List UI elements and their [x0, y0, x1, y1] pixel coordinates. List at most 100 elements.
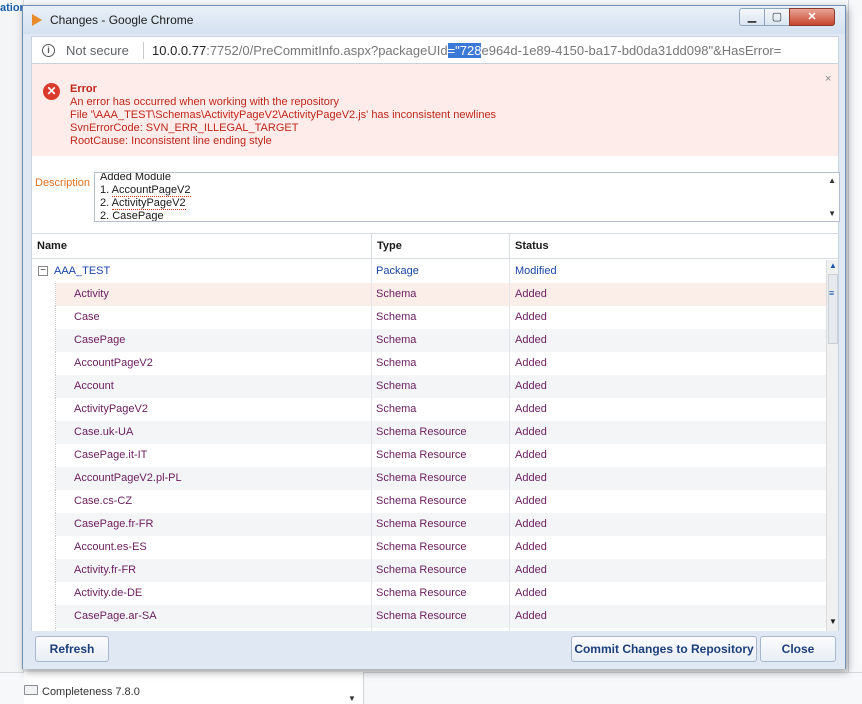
table-row[interactable]: CasePage.fr-FR Schema Resource Added: [32, 513, 826, 536]
window-title: Changes - Google Chrome: [50, 13, 194, 27]
scrollbar-thumb[interactable]: [828, 274, 838, 344]
table-row[interactable]: Case Schema Added: [32, 306, 826, 329]
scroll-down-arrow-icon[interactable]: ▼: [348, 694, 356, 703]
table-row[interactable]: CasePage.it-IT Schema Resource Added: [32, 444, 826, 467]
error-message-panel: ✕ Error An error has occurred when worki…: [32, 64, 838, 156]
row-status: Added: [515, 495, 547, 507]
minimize-button[interactable]: ▁: [739, 8, 765, 26]
changes-dialog-window: Changes - Google Chrome ▁ ▢ ✕ i Not secu…: [22, 5, 846, 669]
table-row[interactable]: Case.uk-UA Schema Resource Added: [32, 421, 826, 444]
url-text[interactable]: 10.0.0.77:7752/0/PreCommitInfo.aspx?pack…: [152, 43, 781, 58]
table-row[interactable]: CasePage Schema Added: [32, 329, 826, 352]
row-type: Package: [372, 260, 510, 283]
row-status: Added: [515, 357, 547, 369]
row-name: Case.cs-CZ: [32, 490, 372, 513]
error-line: An error has occurred when working with …: [70, 96, 340, 108]
url-selected-text: ="728: [447, 43, 482, 58]
error-line: RootCause: Inconsistent line ending styl…: [70, 135, 272, 147]
table-row[interactable]: Activity Schema Added: [32, 283, 826, 306]
scroll-up-arrow-icon[interactable]: ▲: [829, 261, 837, 270]
row-name: AccountPageV2: [32, 352, 372, 375]
error-title: Error: [70, 83, 97, 95]
description-textarea[interactable]: Added Module 1. AccountPageV2 2. Activit…: [94, 172, 840, 222]
row-type: Schema Resource: [372, 513, 510, 536]
changes-grid-body: − AAA_TEST Package Modified Activity Sche…: [32, 260, 826, 631]
folder-icon: [24, 685, 38, 695]
info-icon[interactable]: i: [42, 44, 55, 57]
row-type: Schema: [372, 398, 510, 421]
column-header-name[interactable]: Name: [32, 234, 372, 260]
error-icon: ✕: [43, 83, 60, 100]
row-name: AAA_TEST: [32, 260, 372, 283]
page-content: ✕ Error An error has occurred when worki…: [31, 64, 840, 631]
scroll-down-arrow-icon[interactable]: ▼: [828, 209, 836, 218]
row-status: Added: [515, 472, 547, 484]
window-titlebar[interactable]: Changes - Google Chrome ▁ ▢ ✕: [23, 6, 845, 34]
row-type: Schema: [372, 352, 510, 375]
column-header-status[interactable]: Status: [510, 234, 827, 260]
row-name: CasePage.it-IT: [32, 444, 372, 467]
row-status: Modified: [515, 265, 557, 277]
row-type: Schema: [372, 329, 510, 352]
row-status: Added: [515, 587, 547, 599]
table-row[interactable]: CasePage.ar-SA Schema Resource Added: [32, 605, 826, 628]
row-status: Added: [515, 334, 547, 346]
address-bar[interactable]: i Not secure 10.0.0.77:7752/0/PreCommitI…: [31, 36, 839, 64]
row-status: Added: [515, 288, 547, 300]
row-name: Activity.fr-FR: [32, 559, 372, 582]
row-name: ActivityPageV2: [32, 398, 372, 421]
background-tree-item[interactable]: Completeness 7.8.0: [42, 686, 140, 698]
row-type: Schema Resource: [372, 421, 510, 444]
error-line: File '\AAA_TEST\Schemas\ActivityPageV2\A…: [70, 109, 497, 121]
table-row[interactable]: ActivityPageV2 Schema Added: [32, 398, 826, 421]
row-type: Schema Resource: [372, 536, 510, 559]
url-path: :7752/0/PreCommitInfo.aspx?packageUId: [206, 43, 448, 58]
scroll-down-arrow-icon[interactable]: ▼: [829, 617, 837, 626]
row-status: Added: [515, 426, 547, 438]
description-line: Added Module: [100, 172, 171, 183]
url-host: 10.0.0.77: [152, 43, 207, 58]
row-type: Schema Resource: [372, 444, 510, 467]
row-name: CasePage.fr-FR: [32, 513, 372, 536]
row-name: Activity.de-DE: [32, 582, 372, 605]
package-row[interactable]: − AAA_TEST Package Modified: [32, 260, 826, 283]
row-status: Added: [515, 403, 547, 415]
description-label: Description: [35, 177, 91, 189]
table-row[interactable]: Activity.fr-FR Schema Resource Added: [32, 559, 826, 582]
row-type: Schema: [372, 375, 510, 398]
row-status: Added: [515, 564, 547, 576]
row-status: Added: [515, 311, 547, 323]
table-row[interactable]: Activity.de-DE Schema Resource Added: [32, 582, 826, 605]
row-status: Added: [515, 541, 547, 553]
security-status[interactable]: Not secure: [66, 43, 129, 58]
maximize-button[interactable]: ▢: [764, 8, 790, 26]
dialog-footer: Refresh Commit Changes to Repository Clo…: [23, 631, 845, 669]
close-window-button[interactable]: ✕: [789, 8, 835, 26]
scroll-up-arrow-icon[interactable]: ▲: [828, 176, 836, 185]
scrollbar-grip-icon: ≡: [829, 288, 835, 298]
row-type: Schema Resource: [372, 467, 510, 490]
row-type: Schema: [372, 306, 510, 329]
background-app-left-panel: ation: [0, 0, 26, 704]
table-row[interactable]: AccountPageV2 Schema Added: [32, 352, 826, 375]
commit-changes-button[interactable]: Commit Changes to Repository: [571, 636, 757, 662]
background-app-right-panel: [848, 0, 862, 704]
table-row[interactable]: Account Schema Added: [32, 375, 826, 398]
row-name: AccountPageV2.pl-PL: [32, 467, 372, 490]
table-row[interactable]: Account.es-ES Schema Resource Added: [32, 536, 826, 559]
column-header-type[interactable]: Type: [372, 234, 510, 260]
row-name: CasePage: [32, 329, 372, 352]
refresh-button[interactable]: Refresh: [35, 636, 109, 662]
row-name: Account.es-ES: [32, 536, 372, 559]
close-button[interactable]: Close: [760, 636, 836, 662]
row-type: Schema: [372, 283, 510, 306]
table-row[interactable]: AccountPageV2.pl-PL Schema Resource Added: [32, 467, 826, 490]
error-line: SvnErrorCode: SVN_ERR_ILLEGAL_TARGET: [70, 122, 299, 134]
close-error-icon[interactable]: ×: [825, 73, 831, 85]
changes-grid-header: Name Type Status: [32, 233, 838, 260]
row-name: Activity: [32, 283, 372, 306]
row-type: Schema Resource: [372, 582, 510, 605]
row-name: Case: [32, 306, 372, 329]
table-row[interactable]: Case.cs-CZ Schema Resource Added: [32, 490, 826, 513]
grid-vertical-scrollbar[interactable]: ▲ ≡ ▼: [826, 260, 838, 631]
